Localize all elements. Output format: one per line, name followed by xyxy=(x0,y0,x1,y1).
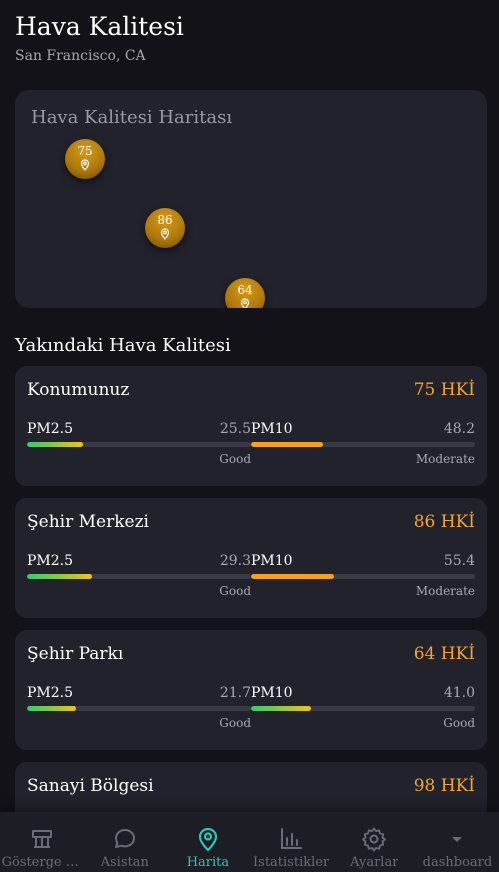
metric-value: 29.3 xyxy=(219,553,251,569)
metric-value: 21.7 xyxy=(219,685,251,701)
metric-label: PM10 xyxy=(251,685,293,701)
header: Hava Kalitesi San Francisco, CA xyxy=(15,12,184,64)
map-marker[interactable]: 75 xyxy=(65,139,105,179)
location-label: San Francisco, CA xyxy=(15,48,146,64)
progress-fill xyxy=(27,706,77,711)
progress-fill xyxy=(27,442,83,447)
tab-assistant[interactable]: Asistan xyxy=(83,812,166,872)
status-label: Moderate xyxy=(415,584,475,598)
progress-track xyxy=(251,442,475,447)
pm10-metric: PM10 41.0 Good xyxy=(251,685,475,735)
tab-label: Asistan xyxy=(100,855,149,870)
tab-settings[interactable]: Ayarlar xyxy=(333,812,416,872)
progress-track xyxy=(251,574,475,579)
status-label: Good xyxy=(443,716,475,730)
metric-label: PM2.5 xyxy=(27,553,74,569)
progress-fill xyxy=(251,442,323,447)
metric-label: PM2.5 xyxy=(27,685,74,701)
tab-label: Harita xyxy=(186,855,230,870)
pm25-metric: PM2.5 29.3 Good xyxy=(27,553,251,603)
tab-dashboard[interactable]: Gösterge P... xyxy=(0,812,83,872)
pm25-metric: PM2.5 21.7 Good xyxy=(27,685,251,735)
metric-label: PM10 xyxy=(251,553,293,569)
gear-icon xyxy=(362,827,387,852)
aqi-value: 98 HKİ xyxy=(413,776,475,796)
bar-chart-icon xyxy=(281,828,303,849)
aqi-value: 64 HKİ xyxy=(413,644,475,664)
gauge-icon xyxy=(31,830,52,848)
marker-value: 86 xyxy=(157,213,173,227)
map-pin-icon xyxy=(80,159,90,171)
metric-value: 48.2 xyxy=(443,421,475,437)
page-title: Hava Kalitesi xyxy=(15,12,184,41)
location-name: Sanayi Bölgesi xyxy=(27,776,154,796)
marker-value: 75 xyxy=(77,144,93,158)
metric-label: PM10 xyxy=(251,421,293,437)
section-title: Yakındaki Hava Kalitesi xyxy=(15,335,231,356)
status-label: Good xyxy=(219,584,251,598)
status-label: Moderate xyxy=(415,452,475,466)
map-marker[interactable]: 86 xyxy=(145,208,185,248)
location-name: Şehir Merkezi xyxy=(27,512,149,532)
marker-value: 64 xyxy=(237,283,253,297)
progress-track xyxy=(27,442,251,447)
location-card[interactable]: Şehir Parkı 64 HKİ PM2.5 21.7 Good PM10 … xyxy=(15,630,487,750)
progress-track xyxy=(27,574,251,579)
tab-more[interactable]: dashboard xyxy=(416,812,499,872)
pm10-metric: PM10 55.4 Moderate xyxy=(251,553,475,603)
air-quality-map[interactable]: Hava Kalitesi Haritası 75 86 64 xyxy=(15,90,487,308)
pm10-metric: PM10 48.2 Moderate xyxy=(251,421,475,471)
status-label: Good xyxy=(219,452,251,466)
map-pin-icon xyxy=(198,827,218,852)
chat-icon xyxy=(114,829,135,848)
location-card[interactable]: Şehir Merkezi 86 HKİ PM2.5 29.3 Good PM1… xyxy=(15,498,487,618)
tab-label: dashboard xyxy=(422,855,493,870)
bottom-tab-bar: Gösterge P... Asistan Harita İstatistikl… xyxy=(0,812,499,872)
metric-value: 25.5 xyxy=(219,421,251,437)
location-card[interactable]: Konumunuz 75 HKİ PM2.5 25.5 Good PM10 48… xyxy=(15,366,487,486)
progress-fill xyxy=(251,706,312,711)
tab-statistics[interactable]: İstatistikler xyxy=(250,812,333,872)
metric-value: 55.4 xyxy=(443,553,475,569)
progress-fill xyxy=(251,574,334,579)
map-title: Hava Kalitesi Haritası xyxy=(31,107,233,128)
tab-label: Ayarlar xyxy=(350,855,399,870)
tab-map[interactable]: Harita xyxy=(166,812,249,872)
progress-fill xyxy=(27,574,92,579)
metric-label: PM2.5 xyxy=(27,421,74,437)
map-marker[interactable]: 64 xyxy=(225,278,265,308)
tab-label: Gösterge P... xyxy=(1,855,82,870)
chevron-down-icon xyxy=(452,837,463,842)
pm25-metric: PM2.5 25.5 Good xyxy=(27,421,251,471)
status-label: Good xyxy=(219,716,251,730)
tab-label: İstatistikler xyxy=(253,855,330,870)
aqi-value: 75 HKİ xyxy=(413,380,475,400)
map-pin-icon xyxy=(240,298,250,308)
map-pin-icon xyxy=(160,228,170,240)
aqi-value: 86 HKİ xyxy=(413,512,475,532)
progress-track xyxy=(251,706,475,711)
metric-value: 41.0 xyxy=(443,685,475,701)
location-name: Şehir Parkı xyxy=(27,644,124,664)
progress-track xyxy=(27,706,251,711)
location-name: Konumunuz xyxy=(27,380,130,400)
